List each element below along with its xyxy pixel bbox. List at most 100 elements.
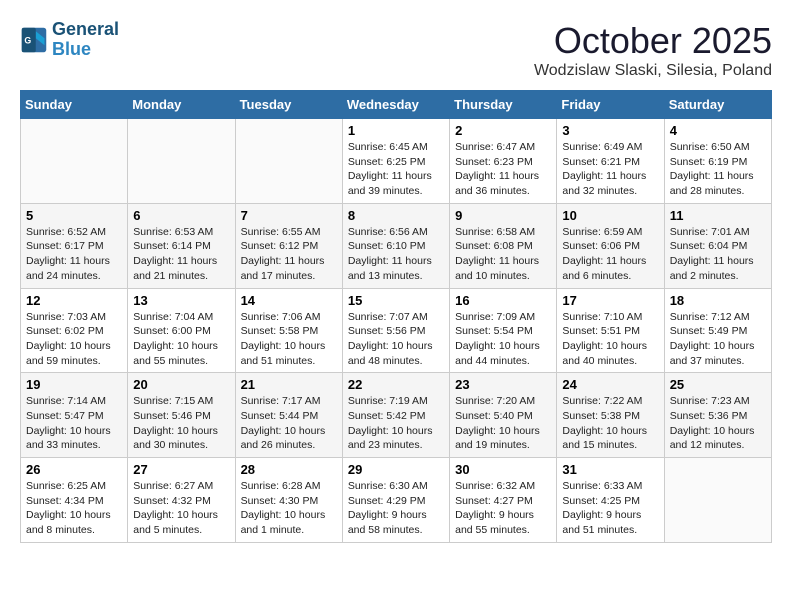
day-cell <box>664 458 771 543</box>
day-info: Sunrise: 6:52 AMSunset: 6:17 PMDaylight:… <box>26 225 122 284</box>
logo-line1: General <box>52 20 119 40</box>
day-cell: 23Sunrise: 7:20 AMSunset: 5:40 PMDayligh… <box>450 373 557 458</box>
day-info: Sunrise: 6:47 AMSunset: 6:23 PMDaylight:… <box>455 140 551 199</box>
day-number: 22 <box>348 377 444 392</box>
day-number: 11 <box>670 208 766 223</box>
day-cell: 25Sunrise: 7:23 AMSunset: 5:36 PMDayligh… <box>664 373 771 458</box>
day-number: 29 <box>348 462 444 477</box>
calendar-body: 1 Sunrise: 6:45 AMSunset: 6:25 PMDaylight… <box>21 119 772 543</box>
day-info: Sunrise: 7:12 AMSunset: 5:49 PMDaylight:… <box>670 310 766 369</box>
week-row-4: 19 Sunrise: 7:14 AMSunset: 5:47 PMDayligh… <box>21 373 772 458</box>
day-number: 13 <box>133 293 229 308</box>
day-cell: 2 Sunrise: 6:47 AMSunset: 6:23 PMDaylight… <box>450 119 557 204</box>
logo: G General Blue <box>20 20 119 60</box>
day-cell: 5 Sunrise: 6:52 AMSunset: 6:17 PMDaylight… <box>21 203 128 288</box>
day-number: 3 <box>562 123 658 138</box>
day-info: Sunrise: 6:55 AMSunset: 6:12 PMDaylight:… <box>241 225 337 284</box>
day-cell: 31 Sunrise: 6:33 AMSunset: 4:25 PMDayligh… <box>557 458 664 543</box>
day-cell: 9Sunrise: 6:58 AMSunset: 6:08 PMDaylight… <box>450 203 557 288</box>
day-number: 30 <box>455 462 551 477</box>
day-cell: 8 Sunrise: 6:56 AMSunset: 6:10 PMDaylight… <box>342 203 449 288</box>
day-number: 1 <box>348 123 444 138</box>
day-cell: 11 Sunrise: 7:01 AMSunset: 6:04 PMDayligh… <box>664 203 771 288</box>
day-cell: 20 Sunrise: 7:15 AMSunset: 5:46 PMDayligh… <box>128 373 235 458</box>
header-thursday: Thursday <box>450 91 557 119</box>
day-info: Sunrise: 7:15 AMSunset: 5:46 PMDaylight:… <box>133 394 229 453</box>
day-info: Sunrise: 6:25 AMSunset: 4:34 PMDaylight:… <box>26 479 122 538</box>
day-info: Sunrise: 6:59 AMSunset: 6:06 PMDaylight:… <box>562 225 658 284</box>
day-info: Sunrise: 6:45 AMSunset: 6:25 PMDaylight:… <box>348 140 444 199</box>
day-cell: 15Sunrise: 7:07 AMSunset: 5:56 PMDayligh… <box>342 288 449 373</box>
logo-icon: G <box>20 26 48 54</box>
day-info: Sunrise: 7:17 AMSunset: 5:44 PMDaylight:… <box>241 394 337 453</box>
day-cell: 19 Sunrise: 7:14 AMSunset: 5:47 PMDayligh… <box>21 373 128 458</box>
day-number: 24 <box>562 377 658 392</box>
day-info: Sunrise: 7:19 AMSunset: 5:42 PMDaylight:… <box>348 394 444 453</box>
day-info: Sunrise: 7:01 AMSunset: 6:04 PMDaylight:… <box>670 225 766 284</box>
location-subtitle: Wodzislaw Slaski, Silesia, Poland <box>534 62 772 80</box>
day-info: Sunrise: 7:10 AMSunset: 5:51 PMDaylight:… <box>562 310 658 369</box>
day-cell: 28Sunrise: 6:28 AMSunset: 4:30 PMDayligh… <box>235 458 342 543</box>
week-row-2: 5 Sunrise: 6:52 AMSunset: 6:17 PMDaylight… <box>21 203 772 288</box>
header-wednesday: Wednesday <box>342 91 449 119</box>
title-block: October 2025 Wodzislaw Slaski, Silesia, … <box>534 20 772 80</box>
day-number: 23 <box>455 377 551 392</box>
day-info: Sunrise: 6:50 AMSunset: 6:19 PMDaylight:… <box>670 140 766 199</box>
day-info: Sunrise: 7:14 AMSunset: 5:47 PMDaylight:… <box>26 394 122 453</box>
day-info: Sunrise: 6:27 AMSunset: 4:32 PMDaylight:… <box>133 479 229 538</box>
day-info: Sunrise: 7:09 AMSunset: 5:54 PMDaylight:… <box>455 310 551 369</box>
day-cell: 22 Sunrise: 7:19 AMSunset: 5:42 PMDayligh… <box>342 373 449 458</box>
day-cell: 4Sunrise: 6:50 AMSunset: 6:19 PMDaylight… <box>664 119 771 204</box>
day-number: 2 <box>455 123 551 138</box>
day-cell <box>235 119 342 204</box>
day-info: Sunrise: 6:49 AMSunset: 6:21 PMDaylight:… <box>562 140 658 199</box>
day-number: 8 <box>348 208 444 223</box>
day-info: Sunrise: 7:06 AMSunset: 5:58 PMDaylight:… <box>241 310 337 369</box>
svg-text:G: G <box>24 35 31 45</box>
day-cell: 1 Sunrise: 6:45 AMSunset: 6:25 PMDaylight… <box>342 119 449 204</box>
day-cell: 14 Sunrise: 7:06 AMSunset: 5:58 PMDayligh… <box>235 288 342 373</box>
day-info: Sunrise: 6:33 AMSunset: 4:25 PMDaylight:… <box>562 479 658 538</box>
day-info: Sunrise: 6:30 AMSunset: 4:29 PMDaylight:… <box>348 479 444 538</box>
day-cell: 7 Sunrise: 6:55 AMSunset: 6:12 PMDaylight… <box>235 203 342 288</box>
day-number: 25 <box>670 377 766 392</box>
month-title: October 2025 <box>534 20 772 62</box>
day-info: Sunrise: 7:04 AMSunset: 6:00 PMDaylight:… <box>133 310 229 369</box>
day-number: 26 <box>26 462 122 477</box>
day-info: Sunrise: 6:28 AMSunset: 4:30 PMDaylight:… <box>241 479 337 538</box>
week-row-5: 26 Sunrise: 6:25 AMSunset: 4:34 PMDayligh… <box>21 458 772 543</box>
day-info: Sunrise: 6:58 AMSunset: 6:08 PMDaylight:… <box>455 225 551 284</box>
header-friday: Friday <box>557 91 664 119</box>
calendar-table: SundayMondayTuesdayWednesdayThursdayFrid… <box>20 90 772 543</box>
week-row-1: 1 Sunrise: 6:45 AMSunset: 6:25 PMDaylight… <box>21 119 772 204</box>
day-cell: 30Sunrise: 6:32 AMSunset: 4:27 PMDayligh… <box>450 458 557 543</box>
day-info: Sunrise: 7:03 AMSunset: 6:02 PMDaylight:… <box>26 310 122 369</box>
header-monday: Monday <box>128 91 235 119</box>
day-cell: 18Sunrise: 7:12 AMSunset: 5:49 PMDayligh… <box>664 288 771 373</box>
day-number: 14 <box>241 293 337 308</box>
logo-line2: Blue <box>52 40 119 60</box>
day-info: Sunrise: 7:07 AMSunset: 5:56 PMDaylight:… <box>348 310 444 369</box>
day-info: Sunrise: 6:56 AMSunset: 6:10 PMDaylight:… <box>348 225 444 284</box>
day-number: 27 <box>133 462 229 477</box>
day-cell: 21 Sunrise: 7:17 AMSunset: 5:44 PMDayligh… <box>235 373 342 458</box>
day-info: Sunrise: 7:22 AMSunset: 5:38 PMDaylight:… <box>562 394 658 453</box>
day-number: 7 <box>241 208 337 223</box>
calendar-header-row: SundayMondayTuesdayWednesdayThursdayFrid… <box>21 91 772 119</box>
day-number: 31 <box>562 462 658 477</box>
week-row-3: 12 Sunrise: 7:03 AMSunset: 6:02 PMDayligh… <box>21 288 772 373</box>
day-cell: 6Sunrise: 6:53 AMSunset: 6:14 PMDaylight… <box>128 203 235 288</box>
day-number: 6 <box>133 208 229 223</box>
day-number: 21 <box>241 377 337 392</box>
day-cell: 24 Sunrise: 7:22 AMSunset: 5:38 PMDayligh… <box>557 373 664 458</box>
day-cell: 13 Sunrise: 7:04 AMSunset: 6:00 PMDayligh… <box>128 288 235 373</box>
day-cell: 3 Sunrise: 6:49 AMSunset: 6:21 PMDaylight… <box>557 119 664 204</box>
day-cell: 17 Sunrise: 7:10 AMSunset: 5:51 PMDayligh… <box>557 288 664 373</box>
day-number: 20 <box>133 377 229 392</box>
day-cell <box>21 119 128 204</box>
header-tuesday: Tuesday <box>235 91 342 119</box>
day-number: 12 <box>26 293 122 308</box>
day-number: 5 <box>26 208 122 223</box>
day-number: 17 <box>562 293 658 308</box>
day-number: 19 <box>26 377 122 392</box>
